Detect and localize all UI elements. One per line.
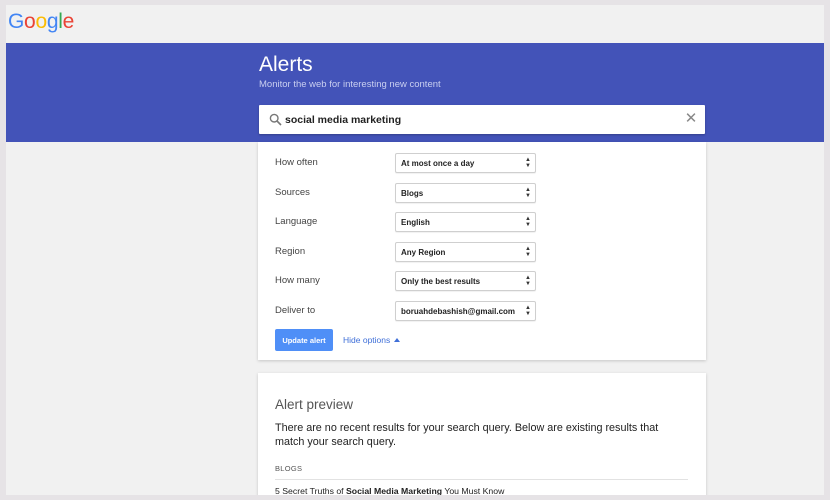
page-title: Alerts <box>259 53 313 76</box>
select-arrows-icon: ▲ ▼ <box>525 305 531 317</box>
option-label: How many <box>275 275 320 286</box>
result-highlight: Social Media Marketing <box>345 486 443 495</box>
page-frame: Google Alerts Monitor the web for intere… <box>6 5 824 495</box>
option-region: Region Any Region ▲ ▼ <box>275 242 695 262</box>
select-value: boruahdebashish@gmail.com <box>401 307 516 316</box>
logo-letter: e <box>62 10 75 33</box>
option-how-often: How often At most once a day ▲ ▼ <box>275 153 695 173</box>
search-icon <box>269 113 282 126</box>
language-select[interactable]: English ▲ ▼ <box>395 212 536 232</box>
result-suffix: You Must Know <box>442 486 505 495</box>
search-box: ✕ <box>259 105 705 134</box>
select-value: Only the best results <box>401 277 481 286</box>
close-icon[interactable]: ✕ <box>683 110 699 128</box>
option-language: Language English ▲ ▼ <box>275 212 695 232</box>
logo-letter: o <box>35 10 47 33</box>
logo-letter: g <box>46 10 59 33</box>
hide-options-label: Hide options <box>343 335 391 345</box>
caret-up-icon <box>394 338 401 342</box>
select-value: At most once a day <box>401 159 475 168</box>
option-label: How often <box>275 157 318 168</box>
update-alert-button[interactable]: Update alert <box>275 329 333 351</box>
select-arrows-icon: ▲ ▼ <box>525 157 531 169</box>
preview-message: There are no recent results for your sea… <box>275 422 659 448</box>
top-bar: Google <box>6 5 824 43</box>
select-arrows-icon: ▲ ▼ <box>525 187 531 199</box>
section-label-blogs: BLOGS <box>275 464 303 473</box>
alert-preview-panel: Alert preview There are no recent result… <box>258 373 706 495</box>
logo-letter: o <box>24 10 36 33</box>
option-label: Region <box>275 246 306 257</box>
option-label: Sources <box>275 187 310 198</box>
option-how-many: How many Only the best results ▲ ▼ <box>275 271 695 291</box>
divider <box>275 479 688 480</box>
select-arrows-icon: ▲ ▼ <box>525 246 531 258</box>
search-input[interactable] <box>285 109 665 130</box>
result-link[interactable]: 5 Secret Truths of Social Media Marketin… <box>275 486 504 495</box>
option-label: Deliver to <box>275 305 316 316</box>
alert-options-panel: How often At most once a day ▲ ▼ Sources … <box>258 142 706 360</box>
sources-select[interactable]: Blogs ▲ ▼ <box>395 183 536 203</box>
hide-options-link[interactable]: Hide options <box>343 335 401 345</box>
select-arrows-icon: ▲ ▼ <box>525 275 531 287</box>
page-subtitle: Monitor the web for interesting new cont… <box>259 79 441 90</box>
select-arrows-icon: ▲ ▼ <box>525 216 531 228</box>
option-deliver-to: Deliver to boruahdebashish@gmail.com ▲ ▼ <box>275 301 695 321</box>
preview-title: Alert preview <box>275 397 354 412</box>
deliver-to-select[interactable]: boruahdebashish@gmail.com ▲ ▼ <box>395 301 536 321</box>
how-often-select[interactable]: At most once a day ▲ ▼ <box>395 153 536 173</box>
result-prefix: 5 Secret Truths of <box>275 486 346 495</box>
option-label: Language <box>275 216 318 227</box>
region-select[interactable]: Any Region ▲ ▼ <box>395 242 536 262</box>
google-logo[interactable]: Google <box>8 10 74 34</box>
option-sources: Sources Blogs ▲ ▼ <box>275 183 695 203</box>
select-value: English <box>401 218 430 227</box>
logo-letter: G <box>8 10 25 33</box>
select-value: Blogs <box>401 189 424 198</box>
how-many-select[interactable]: Only the best results ▲ ▼ <box>395 271 536 291</box>
select-value: Any Region <box>401 248 446 257</box>
